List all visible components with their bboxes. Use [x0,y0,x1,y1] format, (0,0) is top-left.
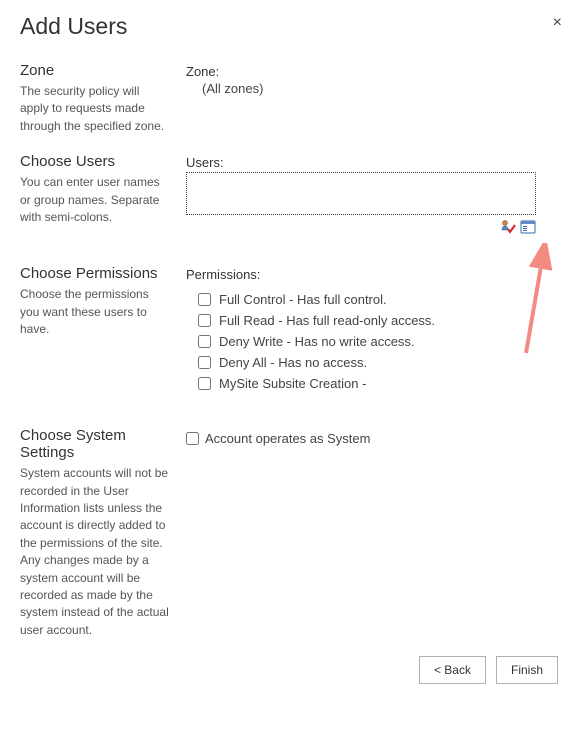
permission-label: Full Control - Has full control. [219,292,387,307]
zone-heading: Zone [20,62,170,79]
users-desc: You can enter user names or group names.… [20,174,170,226]
permissions-field-label: Permissions: [186,267,560,282]
users-input[interactable] [186,172,536,215]
footer: < Back Finish [419,656,558,684]
zone-field-label: Zone: [186,64,560,79]
system-checkbox-label: Account operates as System [205,431,370,446]
permission-checkbox-mysite[interactable] [198,377,211,390]
permission-label: Deny Write - Has no write access. [219,334,415,349]
finish-button[interactable]: Finish [496,656,558,684]
page-title: Add Users [20,13,560,40]
check-names-icon[interactable] [500,219,516,235]
permissions-section: Choose Permissions Choose the permission… [20,265,560,397]
system-heading: Choose System Settings [20,427,170,461]
users-heading: Choose Users [20,153,170,170]
zone-value: (All zones) [186,81,560,96]
permission-item[interactable]: Full Control - Has full control. [198,292,560,307]
system-checkbox[interactable] [186,432,199,445]
back-button[interactable]: < Back [419,656,486,684]
system-desc: System accounts will not be recorded in … [20,465,170,639]
permission-checkbox-deny-all[interactable] [198,356,211,369]
permission-item[interactable]: Deny Write - Has no write access. [198,334,560,349]
users-section: Choose Users You can enter user names or… [20,153,560,235]
browse-icon[interactable] [520,219,536,235]
permission-label: MySite Subsite Creation - [219,376,366,391]
close-icon[interactable]: × [553,15,562,31]
permission-checkbox-deny-write[interactable] [198,335,211,348]
permission-checkbox-full-control[interactable] [198,293,211,306]
system-section: Choose System Settings System accounts w… [20,427,560,639]
permissions-desc: Choose the permissions you want these us… [20,286,170,338]
system-checkbox-row[interactable]: Account operates as System [186,431,560,446]
users-field-label: Users: [186,155,560,170]
permission-label: Deny All - Has no access. [219,355,367,370]
permission-item[interactable]: MySite Subsite Creation - [198,376,560,391]
zone-section: Zone The security policy will apply to r… [20,62,560,135]
permission-item[interactable]: Full Read - Has full read-only access. [198,313,560,328]
permission-item[interactable]: Deny All - Has no access. [198,355,560,370]
zone-desc: The security policy will apply to reques… [20,83,170,135]
permissions-heading: Choose Permissions [20,265,170,282]
permission-checkbox-full-read[interactable] [198,314,211,327]
permission-label: Full Read - Has full read-only access. [219,313,435,328]
